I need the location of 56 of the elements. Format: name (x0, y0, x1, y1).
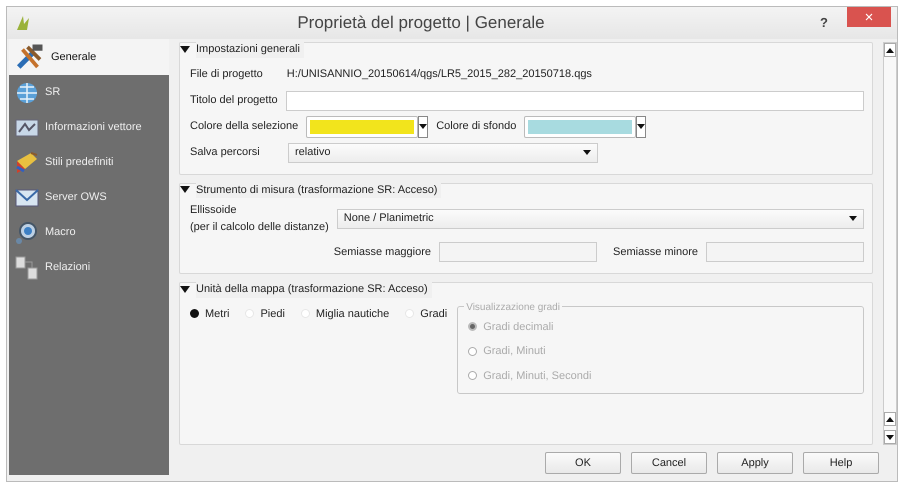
tables-icon (15, 256, 39, 280)
sidebar-item[interactable]: Macro (9, 215, 169, 250)
close-button[interactable]: × (847, 7, 891, 27)
file-path: H:/UNISANNIO_20150614/qgs/LR5_2015_282_20150718.qgs (286, 67, 592, 82)
field-label: File di progetto (190, 67, 263, 82)
help-button[interactable]: ? (811, 13, 837, 33)
dialog-button[interactable]: Help (803, 452, 879, 474)
sidebar-item[interactable]: Relazioni (9, 250, 169, 285)
globe-icon (15, 80, 39, 104)
group-title: Strumento di misura (trasformazione SR: Acceso) (196, 182, 442, 198)
dropdown-arrow-icon (583, 150, 591, 155)
field-label: Semiasse maggiore (334, 244, 432, 260)
dialog-button[interactable]: OK (545, 452, 621, 474)
field-label: Colore di sfondo (436, 119, 516, 134)
app-logo-icon (15, 14, 31, 32)
minor-axis-field[interactable] (706, 242, 864, 262)
title-field[interactable] (286, 90, 864, 110)
up-arrow-icon (886, 416, 894, 422)
radio-option[interactable]: Piedi (245, 306, 285, 322)
radio-option[interactable]: Miglia nautiche (300, 306, 390, 322)
sidebar-item[interactable]: Server OWS (9, 180, 169, 215)
down-arrow-icon (886, 434, 894, 440)
group-title: Visualizzazione gradi (464, 300, 562, 314)
field-label: (per il calcolo delle distanze) (190, 220, 329, 234)
field-label: Semiasse minore (613, 244, 698, 260)
field-label: Titolo del progetto (190, 93, 278, 108)
radio-option[interactable]: Metri (190, 306, 230, 322)
ellipsoid-dropdown[interactable]: None / Planimetric (336, 208, 864, 228)
sidebar-item[interactable]: Informazioni vettore (9, 110, 169, 145)
field-label: Colore della selezione (190, 119, 298, 134)
up-arrow-icon (886, 48, 894, 52)
window-title: Proprietà del progetto | Generale (296, 12, 546, 34)
scroll-down-button[interactable] (884, 430, 896, 444)
group-title: Impostazioni generali (196, 41, 304, 58)
field-label: Salva percorsi (190, 145, 261, 160)
scrollbar[interactable] (883, 42, 897, 445)
dropdown-arrow-icon (849, 216, 857, 221)
dialog-button[interactable]: Cancel (631, 452, 707, 474)
collapse-arrow-icon[interactable] (180, 186, 190, 194)
sidebar-item[interactable]: Stili predefiniti (9, 145, 169, 180)
radio-option[interactable]: Gradi (405, 306, 448, 322)
collapse-arrow-icon[interactable] (180, 46, 190, 53)
color-swatch[interactable] (306, 116, 418, 138)
field-label: Ellissoide (190, 203, 238, 218)
brush-icon (15, 150, 39, 174)
dialog-button[interactable]: Apply (717, 452, 793, 474)
paths-dropdown[interactable]: relativo (288, 142, 598, 162)
major-axis-field[interactable] (439, 242, 598, 262)
collapse-arrow-icon[interactable] (180, 286, 190, 293)
gear-icon (15, 220, 39, 244)
group-title: Unità della mappa (trasformazione SR: Acceso) (196, 281, 432, 298)
sidebar-item[interactable]: SR (9, 75, 169, 110)
color-swatch[interactable] (524, 116, 636, 138)
scroll-up-button[interactable] (884, 43, 896, 57)
scroll-up-button[interactable] (884, 412, 896, 426)
sidebar-item[interactable]: Generale (9, 39, 169, 75)
